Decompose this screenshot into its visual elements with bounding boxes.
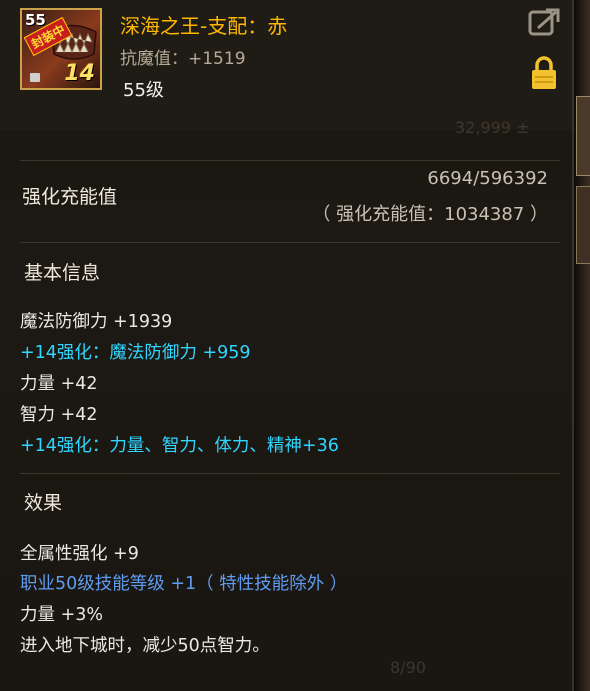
basic-info-heading: 基本信息 bbox=[24, 262, 101, 284]
stat-enhance-magic-defense: +14强化：魔法防御力 +959 bbox=[20, 343, 251, 363]
effect-all-element: 全属性强化 +9 bbox=[20, 544, 139, 564]
item-icon: 55 封装中 14 bbox=[20, 8, 102, 90]
background-residual-text: 32,999 ± bbox=[455, 118, 530, 137]
stat-intelligence: 智力 +42 bbox=[20, 405, 98, 425]
enhance-charge-label: 强化充能值 bbox=[22, 186, 118, 208]
stat-strength: 力量 +42 bbox=[20, 374, 98, 394]
item-tooltip: 55 封装中 14 深海之王-支配：赤 抗魔值：+1519 55级 32,999… bbox=[0, 0, 574, 691]
effect-strength-percent: 力量 +3% bbox=[20, 605, 103, 625]
icon-lock-icon bbox=[30, 73, 40, 82]
share-export-icon[interactable] bbox=[528, 8, 560, 36]
effects-heading: 效果 bbox=[24, 492, 63, 514]
enhance-charge-total: （ 强化充能值：1034387 ） bbox=[312, 204, 548, 225]
item-level: 55级 bbox=[123, 80, 164, 101]
padlock-icon[interactable] bbox=[531, 56, 557, 90]
divider bbox=[20, 242, 560, 243]
enhance-level-badge: 14 bbox=[64, 61, 95, 86]
divider bbox=[20, 473, 560, 474]
stat-magic-defense: 魔法防御力 +1939 bbox=[20, 312, 173, 332]
magic-resist-value: 抗魔值：+1519 bbox=[120, 49, 246, 69]
inventory-slot[interactable] bbox=[576, 96, 590, 176]
effect-dungeon-penalty: 进入地下城时，减少50点智力。 bbox=[20, 636, 270, 656]
divider bbox=[20, 160, 560, 161]
stat-enhance-all: +14强化：力量、智力、体力、精神+36 bbox=[20, 436, 339, 456]
item-name: 深海之王-支配：赤 bbox=[120, 14, 288, 38]
inventory-slot[interactable] bbox=[576, 186, 590, 264]
background-residual-count: 8/90 bbox=[390, 658, 426, 677]
effect-skill-level: 职业50级技能等级 +1（ 特性技能除外 ） bbox=[20, 574, 348, 594]
enhance-charge-progress: 6694/596392 bbox=[427, 168, 548, 189]
